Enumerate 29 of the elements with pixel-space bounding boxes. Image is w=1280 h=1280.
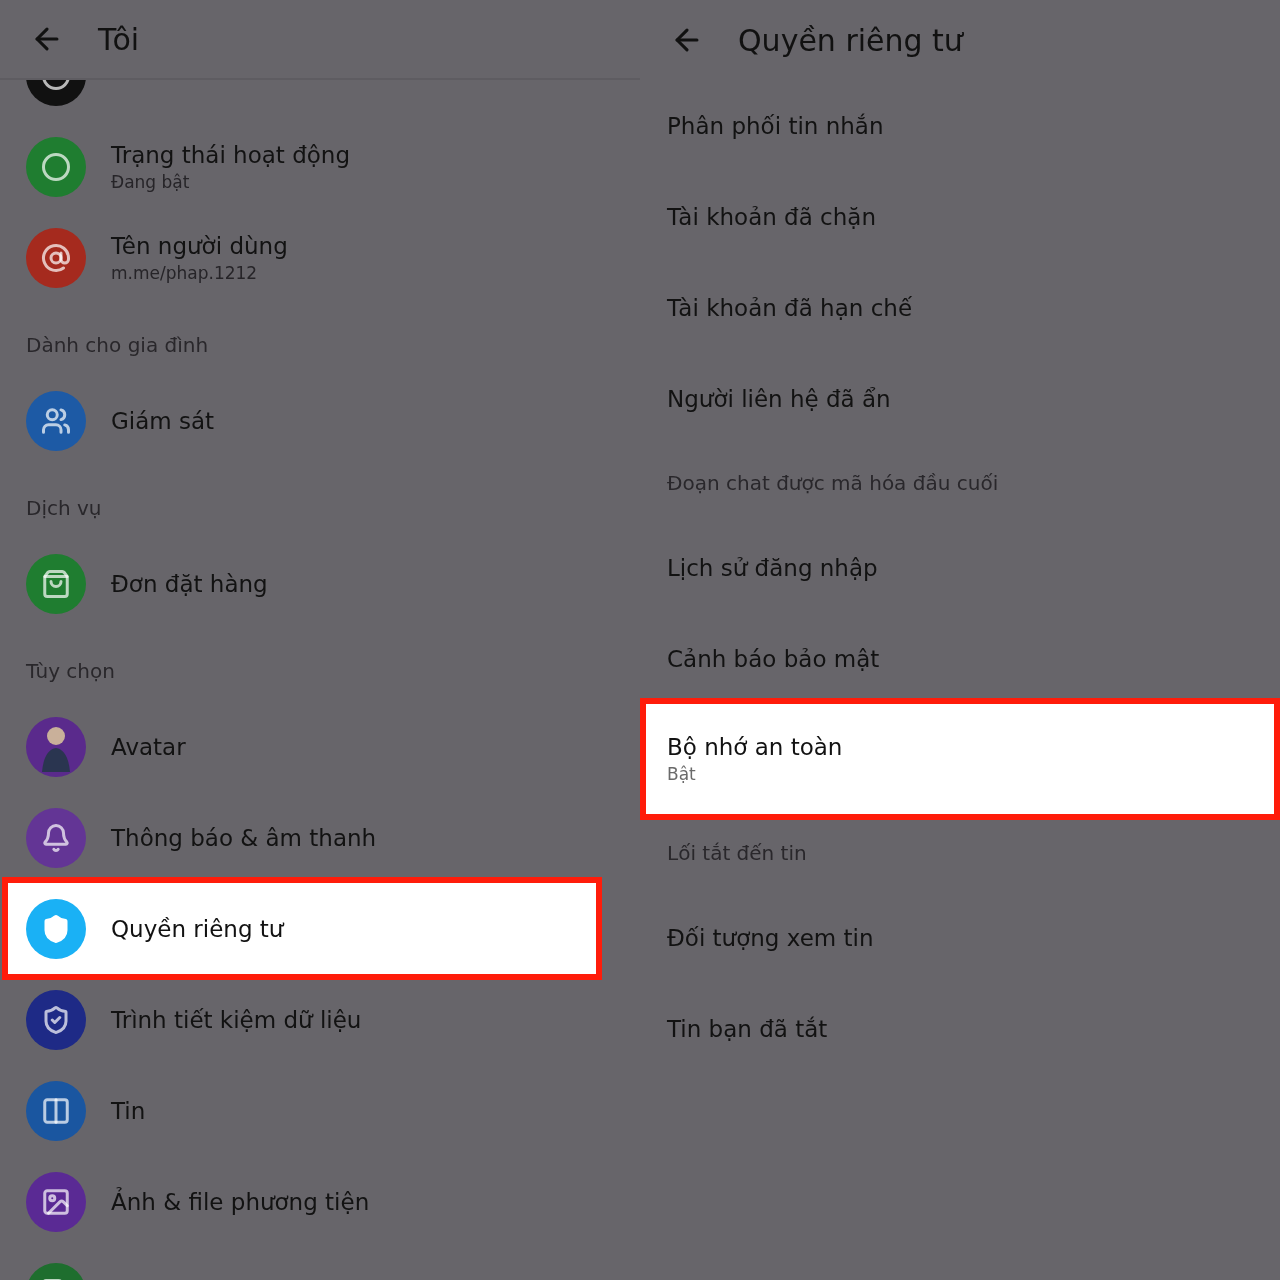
menu-item-label[interactable]: Trạng thái hoạt động (111, 141, 351, 168)
menu-item-label[interactable]: Người liên hệ đã ẩn (667, 385, 891, 412)
menu-item-label[interactable]: Đơn đặt hàng (111, 570, 268, 597)
section-header: Đoạn chat được mã hóa đầu cuối (667, 471, 999, 495)
screen-title: Quyền riêng tư (738, 22, 963, 58)
menu-item-label[interactable]: Phân phối tin nhắn (667, 112, 884, 139)
menu-item-label[interactable]: Lịch sử đăng nhập (667, 554, 878, 581)
menu-item-label: Quyền riêng tư (111, 915, 284, 942)
menu-item-label[interactable]: Ảnh & file phương tiện (111, 1188, 370, 1215)
menu-item-subtitle: m.me/phap.1212 (111, 262, 259, 283)
menu-item-label[interactable]: Tài khoản đã chặn (667, 203, 876, 230)
menu-item-subtitle: Đang bật (111, 171, 191, 192)
menu-item-label[interactable]: Tin (111, 1097, 146, 1124)
menu-item-label[interactable]: Trình tiết kiệm dữ liệu (111, 1006, 362, 1033)
menu-item-label[interactable]: Cảnh báo bảo mật (667, 645, 880, 672)
section-header: Dành cho gia đình (26, 333, 209, 357)
menu-item-label[interactable]: Tin bạn đã tắt (667, 1015, 828, 1042)
section-header: Dịch vụ (26, 496, 102, 520)
screen-title: Tôi (98, 21, 140, 57)
menu-item-subtitle: Bật (667, 764, 697, 784)
section-header: Tùy chọn (26, 659, 115, 683)
menu-item-label[interactable]: Tên người dùng (111, 232, 288, 259)
menu-item-label[interactable]: Thông báo & âm thanh (111, 824, 377, 851)
menu-item-label[interactable]: Tài khoản đã hạn chế (667, 294, 913, 321)
menu-item-label: Bộ nhớ an toàn (667, 734, 843, 760)
menu-item-label[interactable]: Avatar (111, 733, 186, 760)
menu-item-label[interactable]: Đối tượng xem tin (667, 924, 874, 951)
menu-item-label[interactable]: Giám sát (111, 407, 215, 434)
section-header: Lối tắt đến tin (667, 841, 807, 865)
